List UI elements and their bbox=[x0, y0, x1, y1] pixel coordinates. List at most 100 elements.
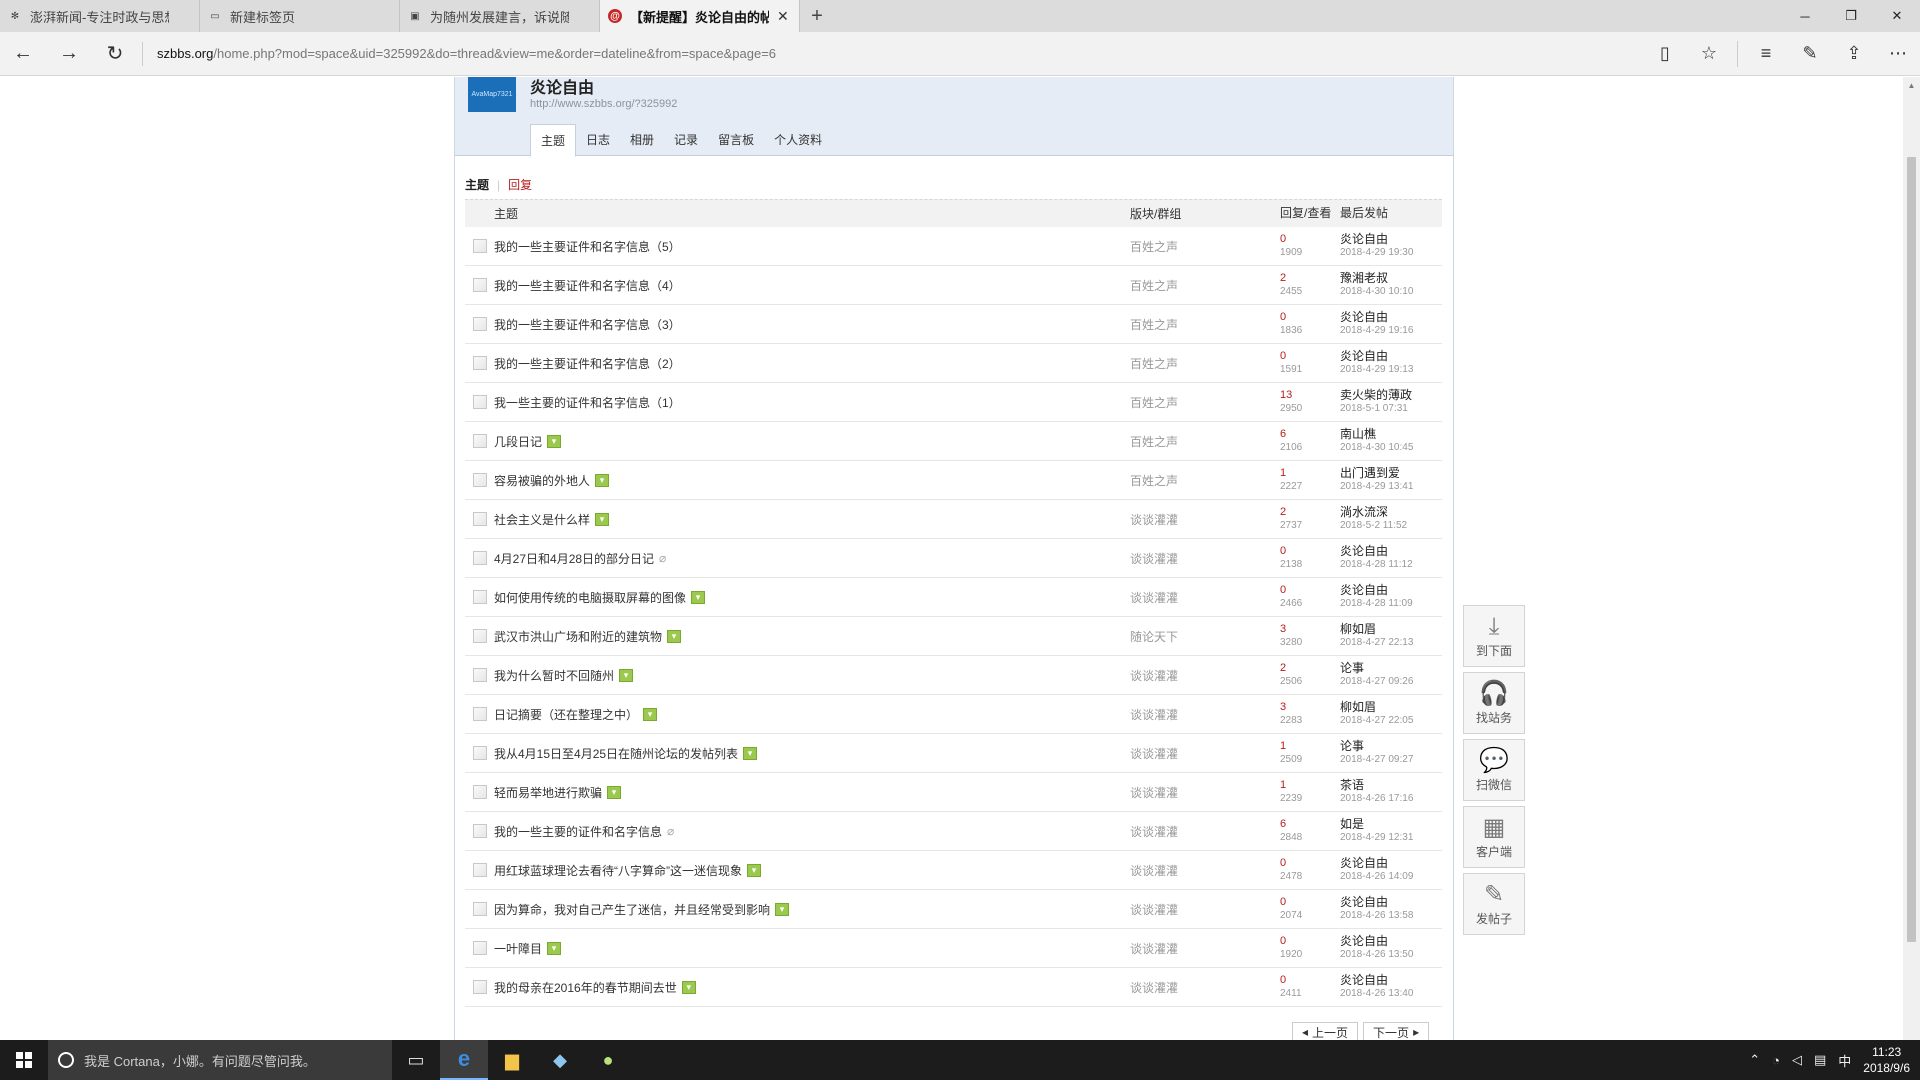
last-post-date[interactable]: 2018-4-27 09:26 bbox=[1340, 675, 1442, 688]
chevron-up-icon[interactable]: ⌃ bbox=[1749, 1052, 1760, 1068]
app-icon[interactable]: ◆ bbox=[536, 1040, 584, 1080]
thread-title-link[interactable]: 4月27日和4月28日的部分日记 bbox=[494, 550, 654, 567]
thread-title-link[interactable]: 我的一些主要证件和名字信息（4） bbox=[494, 277, 681, 294]
thread-forum-link[interactable]: 百姓之声 bbox=[1130, 394, 1280, 411]
last-post-author[interactable]: 论事 bbox=[1340, 662, 1442, 675]
thread-forum-link[interactable]: 谈谈灌灌 bbox=[1130, 589, 1280, 606]
refresh-icon[interactable]: ↻ bbox=[92, 32, 138, 76]
close-icon[interactable]: ✕ bbox=[777, 8, 791, 25]
last-post-date[interactable]: 2018-4-26 13:58 bbox=[1340, 909, 1442, 922]
thread-title-link[interactable]: 容易被骗的外地人 bbox=[494, 472, 590, 489]
thread-forum-link[interactable]: 谈谈灌灌 bbox=[1130, 511, 1280, 528]
thread-title-link[interactable]: 因为算命，我对自己产生了迷信，并且经常受到影响 bbox=[494, 901, 770, 918]
last-post-author[interactable]: 炎论自由 bbox=[1340, 935, 1442, 948]
last-post-author[interactable]: 出门遇到爱 bbox=[1340, 467, 1442, 480]
last-post-author[interactable]: 论事 bbox=[1340, 740, 1442, 753]
last-post-author[interactable]: 炎论自由 bbox=[1340, 974, 1442, 987]
share-icon[interactable]: ⇪ bbox=[1832, 32, 1876, 76]
thread-forum-link[interactable]: 谈谈灌灌 bbox=[1130, 706, 1280, 723]
edge-browser-icon[interactable]: e bbox=[440, 1040, 488, 1080]
space-tab[interactable]: 日志 bbox=[576, 124, 620, 156]
last-post-date[interactable]: 2018-4-30 10:45 bbox=[1340, 441, 1442, 454]
last-post-date[interactable]: 2018-4-27 22:05 bbox=[1340, 714, 1442, 727]
last-post-date[interactable]: 2018-4-29 13:41 bbox=[1340, 480, 1442, 493]
hub-icon[interactable]: ≡ bbox=[1744, 32, 1788, 76]
float-tool-button[interactable]: ▦ 客户端 bbox=[1463, 806, 1525, 868]
last-post-author[interactable]: 茶语 bbox=[1340, 779, 1442, 792]
thread-title-link[interactable]: 我从4月15日至4月25日在随州论坛的发帖列表 bbox=[494, 745, 738, 762]
back-arrow-icon[interactable]: ← bbox=[0, 32, 46, 76]
clock[interactable]: 11:23 2018/9/6 bbox=[1863, 1044, 1910, 1076]
favorite-star-icon[interactable]: ☆ bbox=[1687, 32, 1731, 76]
address-bar[interactable]: szbbs.org/home.php?mod=space&uid=325992&… bbox=[149, 46, 1643, 61]
restore-button[interactable]: ❐ bbox=[1828, 0, 1874, 32]
task-view-icon[interactable]: ▭ bbox=[392, 1040, 440, 1080]
thread-title-link[interactable]: 我的一些主要的证件和名字信息 bbox=[494, 823, 662, 840]
subtab-replies[interactable]: 回复 bbox=[508, 176, 532, 193]
forward-arrow-icon[interactable]: → bbox=[46, 32, 92, 76]
last-post-date[interactable]: 2018-4-27 09:27 bbox=[1340, 753, 1442, 766]
thread-title-link[interactable]: 日记摘要（还在整理之中） bbox=[494, 706, 638, 723]
vertical-scrollbar[interactable]: ▲ bbox=[1903, 77, 1920, 1040]
float-tool-button[interactable]: ✎ 发帖子 bbox=[1463, 873, 1525, 935]
minimize-button[interactable]: ─ bbox=[1782, 0, 1828, 32]
space-tab[interactable]: 个人资料 bbox=[764, 124, 832, 156]
scroll-thumb[interactable] bbox=[1907, 157, 1916, 942]
last-post-date[interactable]: 2018-4-28 11:12 bbox=[1340, 558, 1442, 571]
last-post-date[interactable]: 2018-5-1 07:31 bbox=[1340, 402, 1442, 415]
volume-icon[interactable]: ◁ bbox=[1792, 1052, 1802, 1068]
thread-forum-link[interactable]: 谈谈灌灌 bbox=[1130, 823, 1280, 840]
last-post-date[interactable]: 2018-4-28 11:09 bbox=[1340, 597, 1442, 610]
thread-title-link[interactable]: 我的一些主要证件和名字信息（5） bbox=[494, 238, 681, 255]
space-name[interactable]: 炎论自由 bbox=[530, 77, 594, 98]
thread-forum-link[interactable]: 随论天下 bbox=[1130, 628, 1280, 645]
close-window-button[interactable]: ✕ bbox=[1874, 0, 1920, 32]
space-tab[interactable]: 主题 bbox=[530, 124, 577, 157]
space-tab[interactable]: 留言板 bbox=[708, 124, 764, 156]
thread-title-link[interactable]: 武汉市洪山广场和附近的建筑物 bbox=[494, 628, 662, 645]
thread-forum-link[interactable]: 谈谈灌灌 bbox=[1130, 784, 1280, 801]
qq-app-icon[interactable]: ● bbox=[584, 1040, 632, 1080]
next-page-button[interactable]: 下一页 ▸ bbox=[1363, 1022, 1430, 1040]
space-tab[interactable]: 记录 bbox=[664, 124, 708, 156]
thread-title-link[interactable]: 轻而易举地进行欺骗 bbox=[494, 784, 602, 801]
float-tool-button[interactable]: ⤓ 到下面 bbox=[1463, 605, 1525, 667]
last-post-date[interactable]: 2018-4-27 22:13 bbox=[1340, 636, 1442, 649]
scroll-up-arrow-icon[interactable]: ▲ bbox=[1903, 77, 1920, 94]
last-post-author[interactable]: 豫湘老叔 bbox=[1340, 272, 1442, 285]
cortana-search-box[interactable]: 我是 Cortana，小娜。有问题尽管问我。 bbox=[48, 1040, 392, 1080]
thread-title-link[interactable]: 我的一些主要证件和名字信息（3） bbox=[494, 316, 681, 333]
last-post-date[interactable]: 2018-5-2 11:52 bbox=[1340, 519, 1442, 532]
reading-view-icon[interactable]: ▯ bbox=[1643, 32, 1687, 76]
subtab-threads[interactable]: 主题 bbox=[465, 176, 489, 193]
avatar[interactable]: AvaMap7321 bbox=[468, 77, 516, 112]
space-tab[interactable]: 相册 bbox=[620, 124, 664, 156]
thread-forum-link[interactable]: 谈谈灌灌 bbox=[1130, 550, 1280, 567]
thread-forum-link[interactable]: 百姓之声 bbox=[1130, 355, 1280, 372]
last-post-date[interactable]: 2018-4-26 17:16 bbox=[1340, 792, 1442, 805]
ime-indicator[interactable]: 中 bbox=[1838, 1051, 1851, 1070]
thread-title-link[interactable]: 我为什么暂时不回随州 bbox=[494, 667, 614, 684]
browser-tab[interactable]: ▭ 新建标签页 bbox=[200, 0, 400, 32]
space-url[interactable]: http://www.szbbs.org/?325992 bbox=[530, 98, 677, 110]
last-post-author[interactable]: 如是 bbox=[1340, 818, 1442, 831]
last-post-author[interactable]: 柳如眉 bbox=[1340, 623, 1442, 636]
prev-page-button[interactable]: ◂ 上一页 bbox=[1292, 1022, 1359, 1040]
thread-forum-link[interactable]: 谈谈灌灌 bbox=[1130, 901, 1280, 918]
thread-forum-link[interactable]: 谈谈灌灌 bbox=[1130, 862, 1280, 879]
thread-forum-link[interactable]: 百姓之声 bbox=[1130, 277, 1280, 294]
browser-tab[interactable]: ▣ 为随州发展建言，诉说随州 bbox=[400, 0, 600, 32]
start-button[interactable] bbox=[0, 1040, 48, 1080]
last-post-date[interactable]: 2018-4-26 13:40 bbox=[1340, 987, 1442, 1000]
last-post-author[interactable]: 炎论自由 bbox=[1340, 350, 1442, 363]
last-post-author[interactable]: 南山樵 bbox=[1340, 428, 1442, 441]
last-post-author[interactable]: 柳如眉 bbox=[1340, 701, 1442, 714]
last-post-date[interactable]: 2018-4-30 10:10 bbox=[1340, 285, 1442, 298]
last-post-date[interactable]: 2018-4-26 13:50 bbox=[1340, 948, 1442, 961]
thread-forum-link[interactable]: 谈谈灌灌 bbox=[1130, 667, 1280, 684]
last-post-author[interactable]: 炎论自由 bbox=[1340, 857, 1442, 870]
action-center-icon[interactable]: ▤ bbox=[1814, 1052, 1826, 1068]
new-tab-button[interactable]: + bbox=[800, 0, 834, 32]
web-note-icon[interactable]: ✎ bbox=[1788, 32, 1832, 76]
last-post-author[interactable]: 炎论自由 bbox=[1340, 233, 1442, 246]
